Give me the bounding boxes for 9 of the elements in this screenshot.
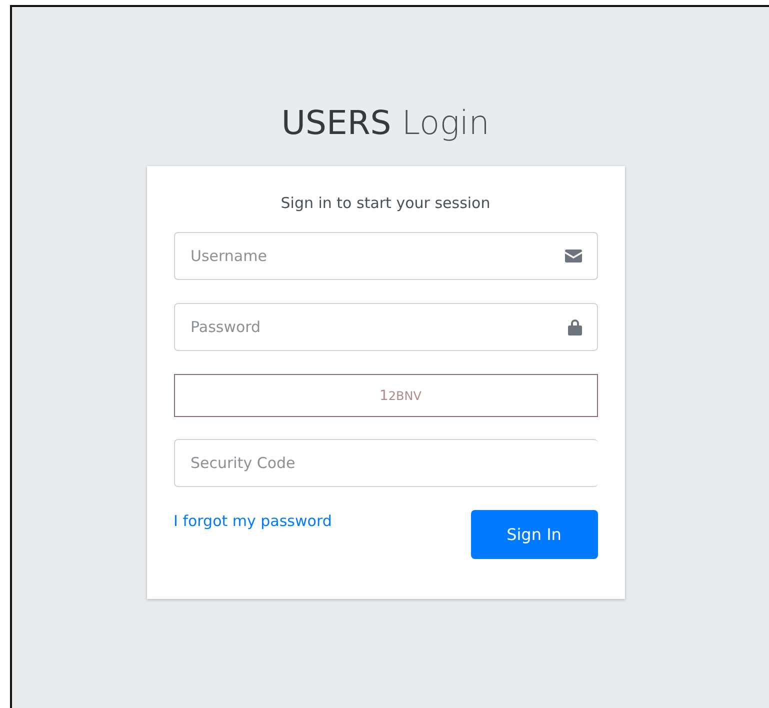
envelope-icon (564, 250, 582, 262)
sign-in-button[interactable]: Sign In (470, 510, 598, 559)
lock-icon (568, 318, 582, 336)
username-field[interactable]: Username (174, 232, 598, 280)
password-field[interactable]: Password (174, 303, 598, 351)
security-code-field[interactable]: Security Code (174, 439, 598, 487)
forgot-password-link[interactable]: I forgot my password (174, 512, 332, 530)
login-title: USERS Login (281, 103, 490, 142)
login-message: Sign in to start your session (280, 194, 492, 212)
